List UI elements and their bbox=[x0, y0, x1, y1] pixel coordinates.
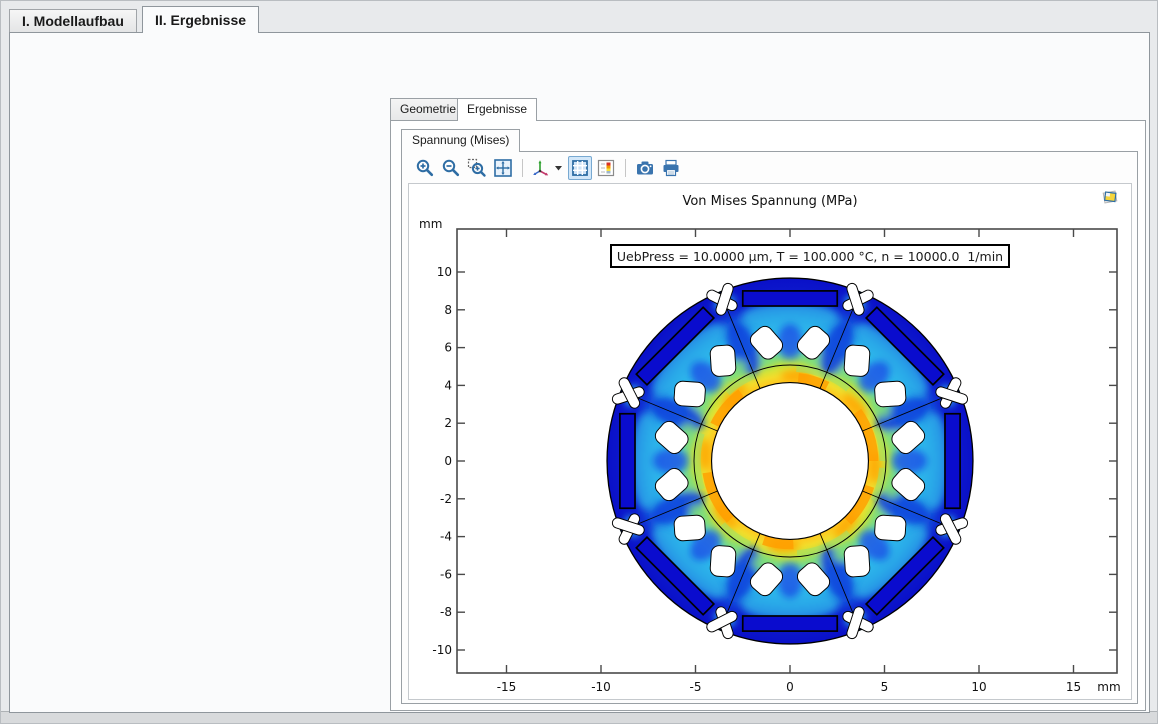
plot-image-icon[interactable] bbox=[1101, 188, 1119, 206]
x-tick-label: -10 bbox=[591, 680, 611, 694]
x-tick-label: 5 bbox=[881, 680, 889, 694]
y-tick-label: -10 bbox=[432, 643, 452, 657]
y-tick-label: -2 bbox=[440, 492, 452, 506]
view-orientation-icon[interactable] bbox=[530, 156, 566, 180]
x-tick-label: 10 bbox=[971, 680, 986, 694]
tab-ergebnisse[interactable]: II. Ergebnisse bbox=[142, 6, 259, 33]
y-tick-label: 6 bbox=[444, 341, 452, 355]
y-tick-label: -8 bbox=[440, 605, 452, 619]
x-tick-label: -15 bbox=[497, 680, 517, 694]
zoom-in-icon[interactable] bbox=[413, 156, 437, 180]
plot-title: Von Mises Spannung (MPa) bbox=[409, 194, 1131, 209]
grid-toggle-icon[interactable] bbox=[568, 156, 592, 180]
x-tick-label: 15 bbox=[1066, 680, 1081, 694]
plot-tab-spannung-mises[interactable]: Spannung (Mises) bbox=[401, 129, 520, 152]
x-tick-label: 0 bbox=[786, 680, 794, 694]
rotor-field-plot bbox=[607, 278, 973, 644]
y-tick-label: 0 bbox=[444, 454, 452, 468]
viewer-tab-geometrie[interactable]: Geometrie bbox=[390, 98, 466, 121]
app-window: I. Modellaufbau II. Ergebnisse i Letzte … bbox=[0, 0, 1158, 724]
y-tick-label: 4 bbox=[444, 378, 452, 392]
y-tick-label: -6 bbox=[440, 567, 452, 581]
zoom-extents-icon[interactable] bbox=[491, 156, 515, 180]
viewer-tab-ergebnisse[interactable]: Ergebnisse bbox=[457, 98, 537, 121]
zoom-box-icon[interactable] bbox=[465, 156, 489, 180]
x-tick-label: -5 bbox=[690, 680, 702, 694]
tab-modellaufbau[interactable]: I. Modellaufbau bbox=[9, 9, 137, 33]
y-tick-label: 8 bbox=[444, 303, 452, 317]
color-legend-icon[interactable] bbox=[594, 156, 618, 180]
chevron-down-icon bbox=[555, 166, 562, 171]
y-tick-label: -4 bbox=[440, 530, 452, 544]
print-icon[interactable] bbox=[659, 156, 683, 180]
plot-annotation-box: UebPress = 10.0000 µm, T = 100.000 °C, n… bbox=[610, 244, 1010, 268]
y-axis-unit: mm bbox=[419, 217, 442, 231]
y-tick-label: 2 bbox=[444, 416, 452, 430]
toolbar-separator bbox=[522, 159, 523, 177]
zoom-out-icon[interactable] bbox=[439, 156, 463, 180]
graphics-area[interactable]: Von Mises Spannung (MPa) -15 -10 -5 0 5 10 15 1… bbox=[408, 183, 1132, 700]
x-axis-unit: mm bbox=[1097, 680, 1120, 694]
graphics-toolbar bbox=[413, 155, 683, 181]
toolbar-separator bbox=[625, 159, 626, 177]
y-tick-label: 10 bbox=[437, 265, 452, 279]
snapshot-camera-icon[interactable] bbox=[633, 156, 657, 180]
